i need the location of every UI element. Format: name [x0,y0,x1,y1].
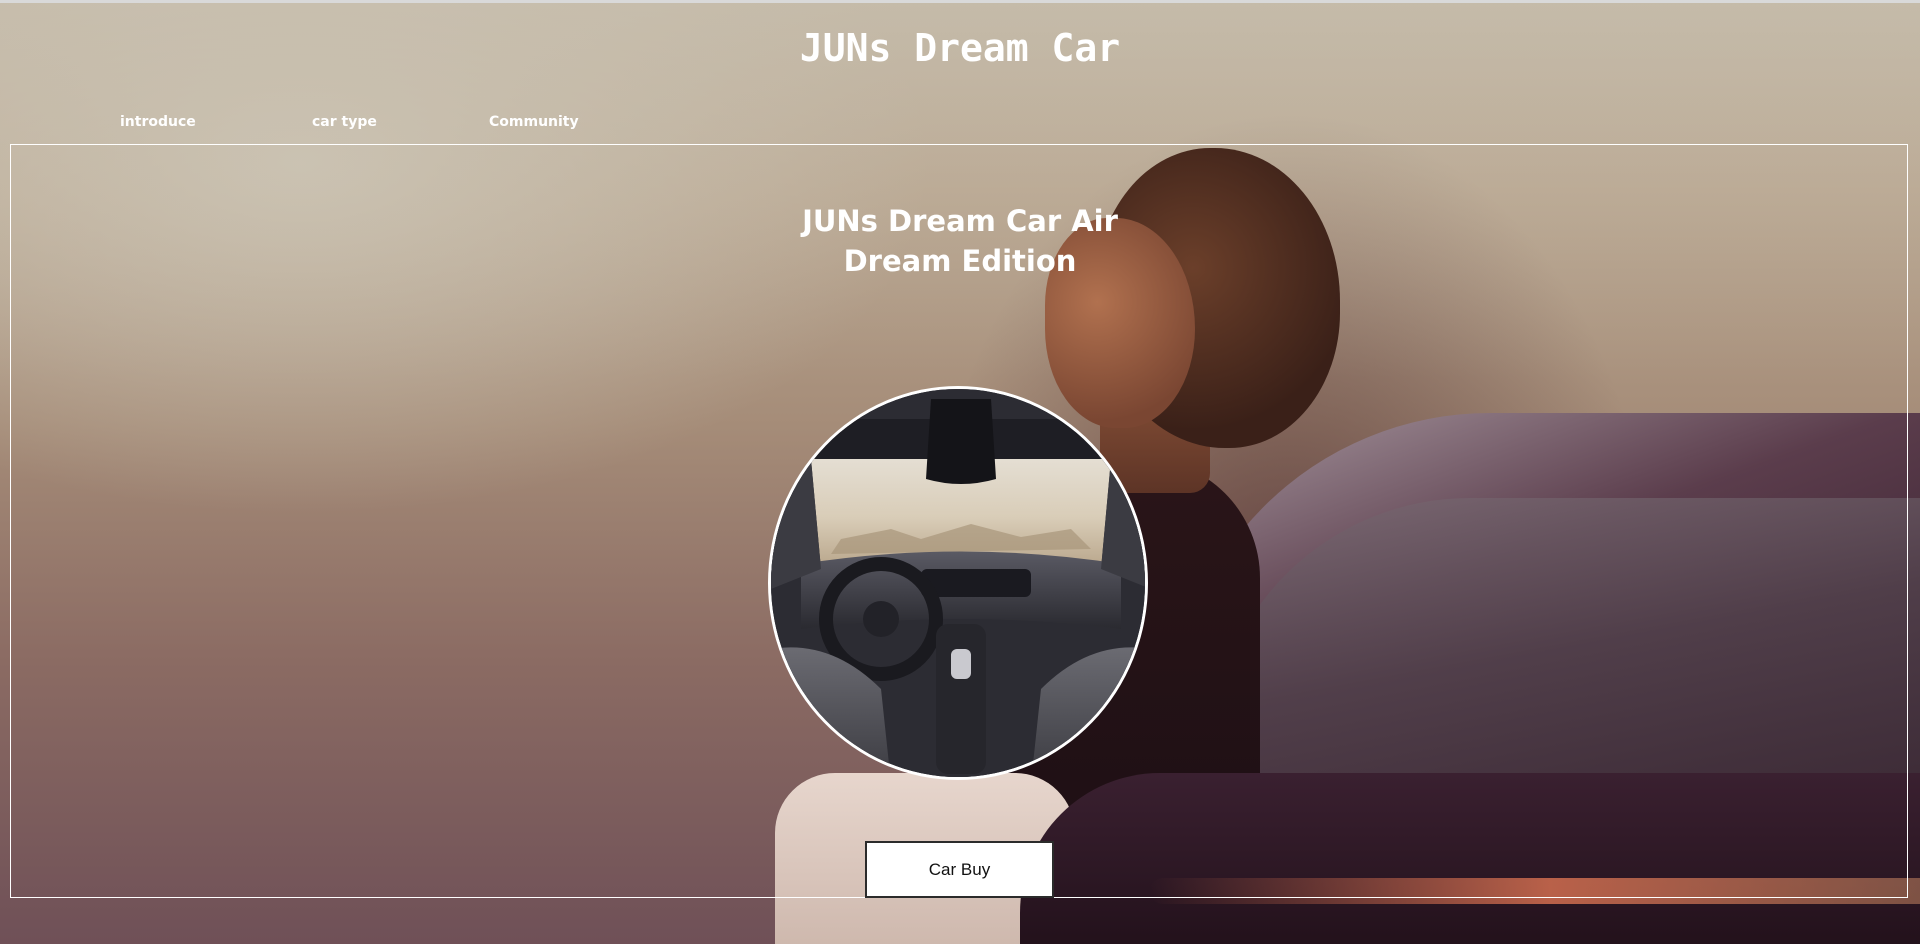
main-nav: introduce car type Community [0,114,700,136]
site-title: JUNs Dream Car [799,26,1121,70]
nav-link-car-type[interactable]: car type [312,114,377,130]
hero-headline-line2: Dream Edition [843,244,1077,278]
nav-link-introduce[interactable]: introduce [120,114,196,130]
nav-link-community[interactable]: Community [489,114,579,130]
hero-headline-line1: JUNs Dream Car Air [802,204,1118,238]
interior-illustration [771,389,1145,777]
car-interior-image [768,386,1148,780]
hero-headline: JUNs Dream Car Air Dream Edition [0,201,1920,281]
car-buy-button[interactable]: Car Buy [865,841,1054,898]
